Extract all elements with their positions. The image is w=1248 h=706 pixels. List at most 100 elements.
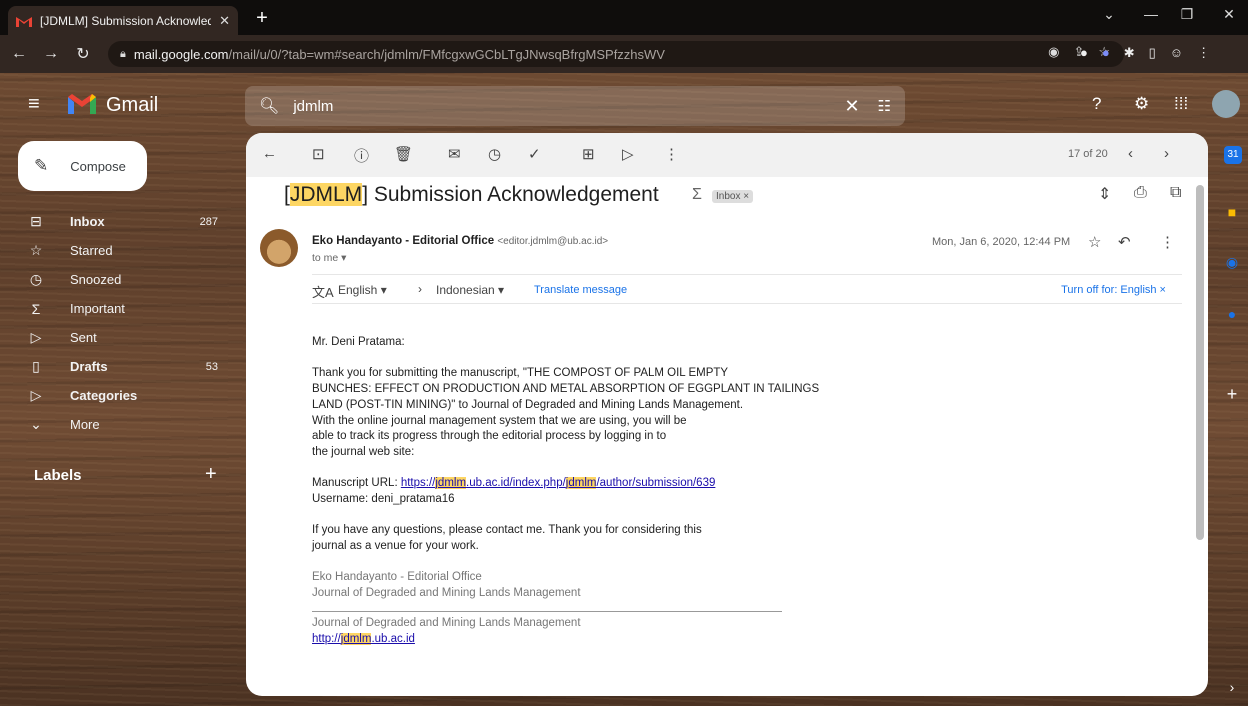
apps-grid-icon[interactable]: ⁞⁞⁞ (1174, 94, 1188, 114)
back-icon[interactable]: ← (8, 45, 30, 63)
translate-message-link[interactable]: Translate message (534, 284, 627, 296)
star-message-icon[interactable]: ☆ (1088, 233, 1101, 251)
sidebar-item-drafts[interactable]: ▯ Drafts 53 (0, 352, 232, 381)
username-line: Username: deni_pratama16 (312, 493, 455, 505)
url-host: mail.google.com (133, 46, 229, 62)
reply-icon[interactable]: ↶ (1118, 233, 1131, 251)
gmail-favicon-icon (16, 16, 32, 27)
subject-text: Submission Acknowledgement (368, 183, 659, 206)
contacts-icon[interactable]: ● (1220, 302, 1244, 326)
puzzle-icon[interactable]: ✱ (1124, 45, 1135, 61)
reload-icon[interactable]: ↻ (72, 44, 94, 64)
search-options-icon[interactable]: ☷ (878, 97, 891, 115)
message-scrollbar[interactable] (1196, 185, 1204, 540)
sidebar-item-sent[interactable]: ▷ Sent (0, 323, 232, 352)
sender-name: Eko Handayanto - Editorial Office (312, 235, 495, 247)
message-subject: [JDMLM] Submission Acknowledgement (284, 183, 659, 206)
minimize-icon[interactable]: — (1136, 6, 1166, 22)
extension-icon[interactable]: ● (1102, 45, 1110, 61)
important-icon: Σ (31, 300, 41, 317)
show-side-panel-icon[interactable]: › (1220, 675, 1244, 699)
add-task-icon[interactable]: ✓ (528, 145, 541, 163)
window-close-icon[interactable]: ✕ (1214, 6, 1244, 23)
sender-line: Eko Handayanto - Editorial Office <edito… (312, 235, 608, 247)
subject-highlight: JDMLM (289, 183, 363, 206)
labels-heading: Labels (34, 467, 82, 484)
signature-name: Eko Handayanto - Editorial Office (312, 571, 482, 584)
search-mail-input[interactable]: 🔍︎ jdmlm ✕ ☷ (245, 86, 905, 126)
sidebar-item-starred[interactable]: ☆ Starred (0, 236, 232, 265)
greeting: Mr. Deni Pratama: (312, 336, 405, 348)
tasks-icon[interactable]: ◉ (1220, 250, 1244, 274)
more-actions-icon[interactable]: ⋮ (664, 145, 679, 163)
tab-close-icon[interactable]: ✕ (219, 13, 230, 29)
labels-icon[interactable]: ▷ (622, 145, 634, 163)
target-language-select[interactable]: Indonesian ▾ (436, 283, 504, 297)
browser-tab[interactable]: [JDMLM] Submission Acknowledge ✕ (8, 6, 238, 35)
gmail-logo-icon (68, 94, 96, 114)
message-date: Mon, Jan 6, 2020, 12:44 PM (932, 236, 1071, 248)
settings-gear-icon[interactable]: ⚙ (1134, 94, 1149, 114)
turn-off-translate-link[interactable]: Turn off for: English × (1061, 284, 1166, 296)
sidepanel-icon[interactable]: ▯ (1149, 45, 1156, 61)
url-path: /mail/u/0/?tab=wm#search/jdmlm/FMfcgxwGC… (228, 46, 665, 62)
calendar-icon[interactable]: 31 (1224, 146, 1242, 164)
inbox-label-chip[interactable]: Inbox × (712, 190, 754, 203)
sidebar-item-categories[interactable]: ▷ Categories (0, 381, 232, 410)
support-icon[interactable]: ? (1092, 94, 1101, 114)
archive-icon[interactable]: ⊡ (312, 145, 325, 163)
snooze-icon[interactable]: ◷ (488, 145, 501, 163)
extension-globe-icon[interactable]: ● (1080, 45, 1088, 61)
move-to-icon[interactable]: ⊞ (582, 145, 595, 163)
main-menu-icon[interactable]: ≡ (28, 93, 40, 116)
recipient-details[interactable]: to me ▾ (312, 252, 346, 264)
expand-all-icon[interactable]: ⇕ (1098, 184, 1111, 204)
add-label-button[interactable]: + (205, 463, 217, 486)
restore-icon[interactable]: ❐ (1172, 6, 1202, 23)
new-window-icon[interactable]: ⧉ (1170, 184, 1181, 202)
journal-site-link[interactable]: http://jdmlm.ub.ac.id (312, 632, 415, 645)
tab-bar: [JDMLM] Submission Acknowledge ✕ + ⌄ — ❐… (0, 0, 1248, 35)
sidebar-item-snoozed[interactable]: ◷ Snoozed (0, 265, 232, 294)
new-tab-button[interactable]: + (250, 6, 274, 30)
sidebar-item-inbox[interactable]: ⊟ Inbox 287 (0, 207, 232, 236)
keep-icon[interactable]: ■ (1220, 200, 1244, 224)
browser-menu-icon[interactable]: ⋮ (1197, 45, 1210, 61)
mark-unread-icon[interactable]: ✉ (448, 145, 461, 163)
report-spam-icon[interactable]: ⓘ (354, 145, 369, 166)
translate-bar: 文A English ▾ › Indonesian ▾ Translate me… (312, 274, 1182, 304)
sender-avatar[interactable] (260, 229, 298, 267)
older-icon[interactable]: › (1164, 145, 1169, 162)
footer-journal: Journal of Degraded and Mining Lands Man… (312, 616, 581, 629)
sender-email: <editor.jdmlm@ub.ac.id> (497, 236, 609, 247)
delete-icon[interactable]: 🗑︎ (394, 145, 413, 163)
compose-label: Compose (70, 158, 126, 174)
message-body: Mr. Deni Pratama: Thank you for submitti… (312, 335, 912, 647)
inbox-icon: ⊟ (30, 213, 42, 229)
profile-icon[interactable]: ☺ (1170, 45, 1183, 61)
source-language-select[interactable]: English ▾ (338, 283, 387, 297)
clear-search-icon[interactable]: ✕ (844, 96, 859, 117)
sidebar-item-important[interactable]: Σ Important (0, 294, 232, 323)
star-icon: ☆ (29, 242, 43, 258)
account-avatar[interactable] (1212, 90, 1240, 118)
eye-icon[interactable]: ◉ (1048, 44, 1059, 60)
compose-button[interactable]: ✎ Compose (18, 141, 147, 191)
newer-icon[interactable]: ‹ (1128, 145, 1133, 162)
signature-journal: Journal of Degraded and Mining Lands Man… (312, 587, 581, 600)
address-bar[interactable]: 🔒︎ mail.google.com /mail/u/0/?tab=wm#sea… (108, 41, 1124, 67)
get-addons-icon[interactable]: + (1220, 382, 1244, 406)
forward-icon[interactable]: → (40, 45, 62, 63)
back-to-search-icon[interactable]: ← (262, 145, 277, 162)
sidebar-item-more[interactable]: ⌄ More (0, 410, 232, 439)
message-more-icon[interactable]: ⋮ (1160, 233, 1175, 251)
translate-icon: 文A (312, 285, 334, 300)
important-marker-icon[interactable]: Σ (692, 186, 702, 204)
print-icon[interactable]: ⎙ (1134, 184, 1147, 202)
manuscript-url-link[interactable]: https://jdmlm.ub.ac.id/index.php/jdmlm/a… (401, 477, 715, 490)
tab-search-icon[interactable]: ⌄ (1094, 6, 1124, 23)
footer-divider (312, 610, 782, 612)
message-counter: 17 of 20 (1068, 148, 1108, 160)
lock-icon: 🔒︎ (120, 47, 126, 60)
search-icon[interactable]: 🔍︎ (259, 96, 279, 116)
